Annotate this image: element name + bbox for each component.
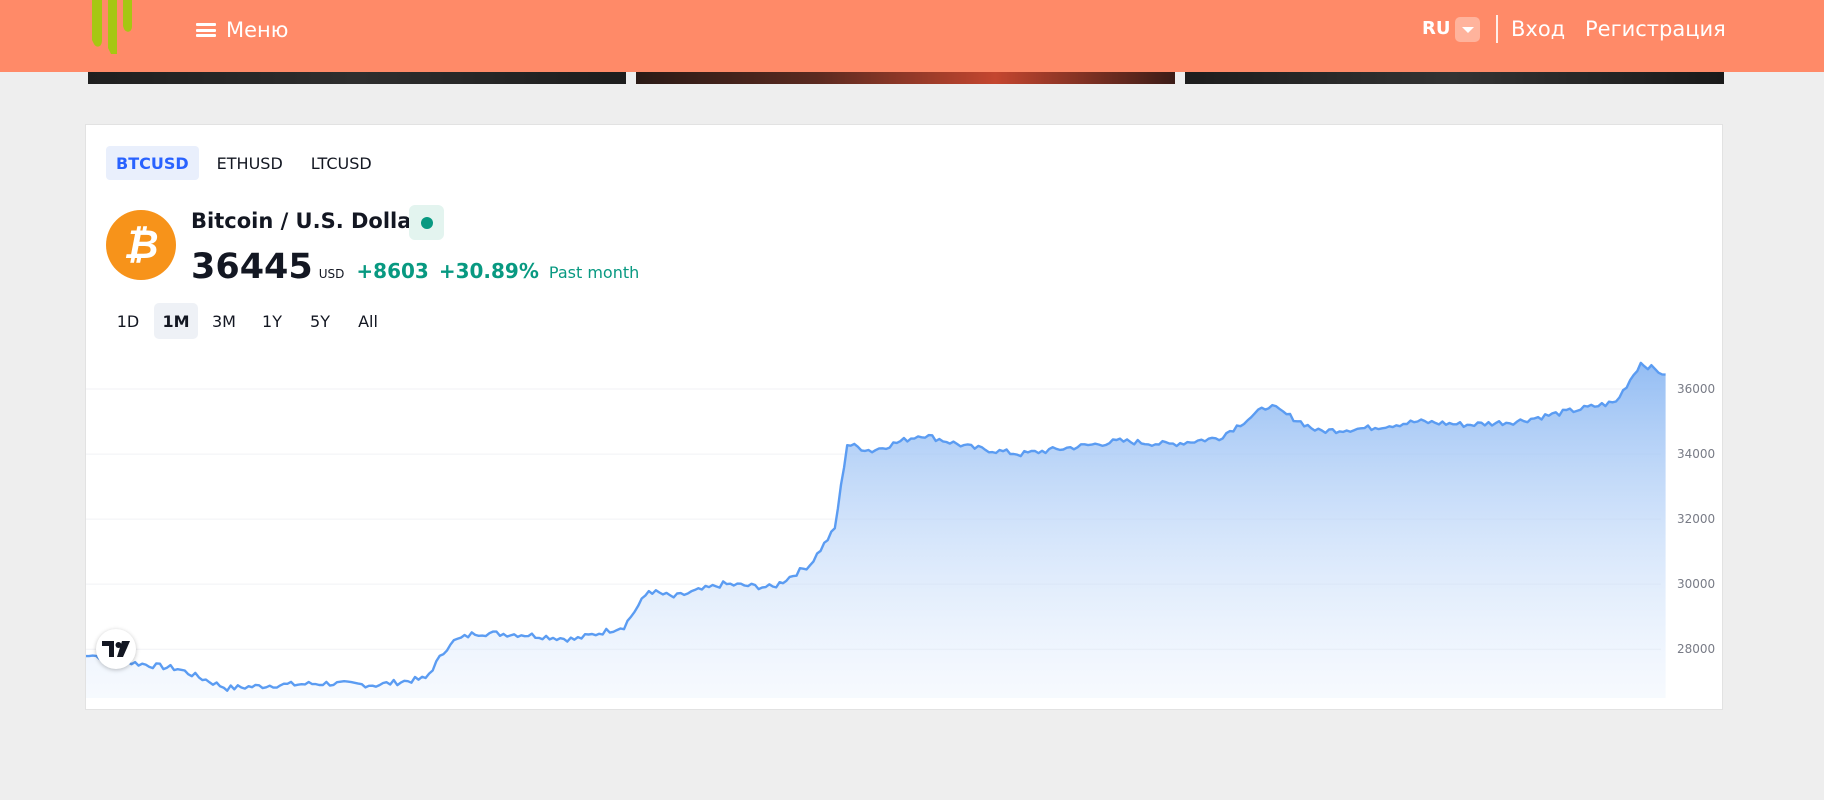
y-tick-label: 30000: [1677, 577, 1715, 591]
site-logo[interactable]: [86, 0, 138, 56]
range-tabs: 1D 1M 3M 1Y 5Y All: [106, 303, 390, 339]
y-tick-label: 28000: [1677, 642, 1715, 656]
y-tick-label: 36000: [1677, 382, 1715, 396]
tab-btcusd[interactable]: BTCUSD: [106, 146, 199, 180]
caret-down-icon: [1461, 26, 1474, 33]
market-status-badge: [409, 205, 444, 240]
banner-image-1[interactable]: [88, 72, 626, 84]
price-change-percent: +30.89%: [438, 259, 539, 283]
header-divider: [1496, 15, 1498, 43]
crypto-price-widget: BTCUSD ETHUSD LTCUSD ₿ Bitcoin / U.S. Do…: [85, 124, 1723, 710]
site-header: Меню RU Вход Регистрация: [0, 0, 1824, 72]
menu-button[interactable]: Меню: [196, 17, 288, 43]
price-change-absolute: +8603: [356, 259, 429, 283]
range-tab-1m[interactable]: 1M: [154, 303, 198, 339]
language-code[interactable]: RU: [1422, 18, 1450, 39]
price-area-chart[interactable]: 3600034000320003000028000 10121416182022…: [86, 350, 1722, 710]
range-tab-5y[interactable]: 5Y: [298, 303, 342, 339]
tab-ethusd[interactable]: ETHUSD: [207, 146, 293, 180]
tradingview-logo-icon[interactable]: [96, 629, 136, 669]
market-open-dot-icon: [420, 216, 433, 229]
current-price: 36445: [191, 247, 313, 287]
menu-label: Меню: [226, 18, 289, 42]
range-tab-all[interactable]: All: [346, 303, 390, 339]
tab-ltcusd[interactable]: LTCUSD: [301, 146, 382, 180]
banner-image-2[interactable]: [636, 72, 1175, 84]
hamburger-icon: [196, 23, 216, 37]
register-link[interactable]: Регистрация: [1585, 17, 1726, 41]
range-tab-1d[interactable]: 1D: [106, 303, 150, 339]
y-tick-label: 34000: [1677, 447, 1715, 461]
pair-title: Bitcoin / U.S. Dollar: [191, 209, 422, 233]
banner-image-3[interactable]: [1185, 72, 1724, 84]
language-dropdown-button[interactable]: [1455, 17, 1480, 42]
bitcoin-icon: ₿: [106, 210, 176, 280]
price-currency: USD: [318, 267, 345, 281]
change-period-label: Past month: [548, 263, 640, 282]
price-row: 36445 USD +8603 +30.89% Past month: [191, 247, 639, 287]
login-link[interactable]: Вход: [1511, 17, 1565, 41]
price-area-fill: [86, 362, 1666, 698]
symbol-tabs: BTCUSD ETHUSD LTCUSD: [106, 146, 382, 180]
y-tick-label: 32000: [1677, 512, 1715, 526]
range-tab-1y[interactable]: 1Y: [250, 303, 294, 339]
range-tab-3m[interactable]: 3M: [202, 303, 246, 339]
